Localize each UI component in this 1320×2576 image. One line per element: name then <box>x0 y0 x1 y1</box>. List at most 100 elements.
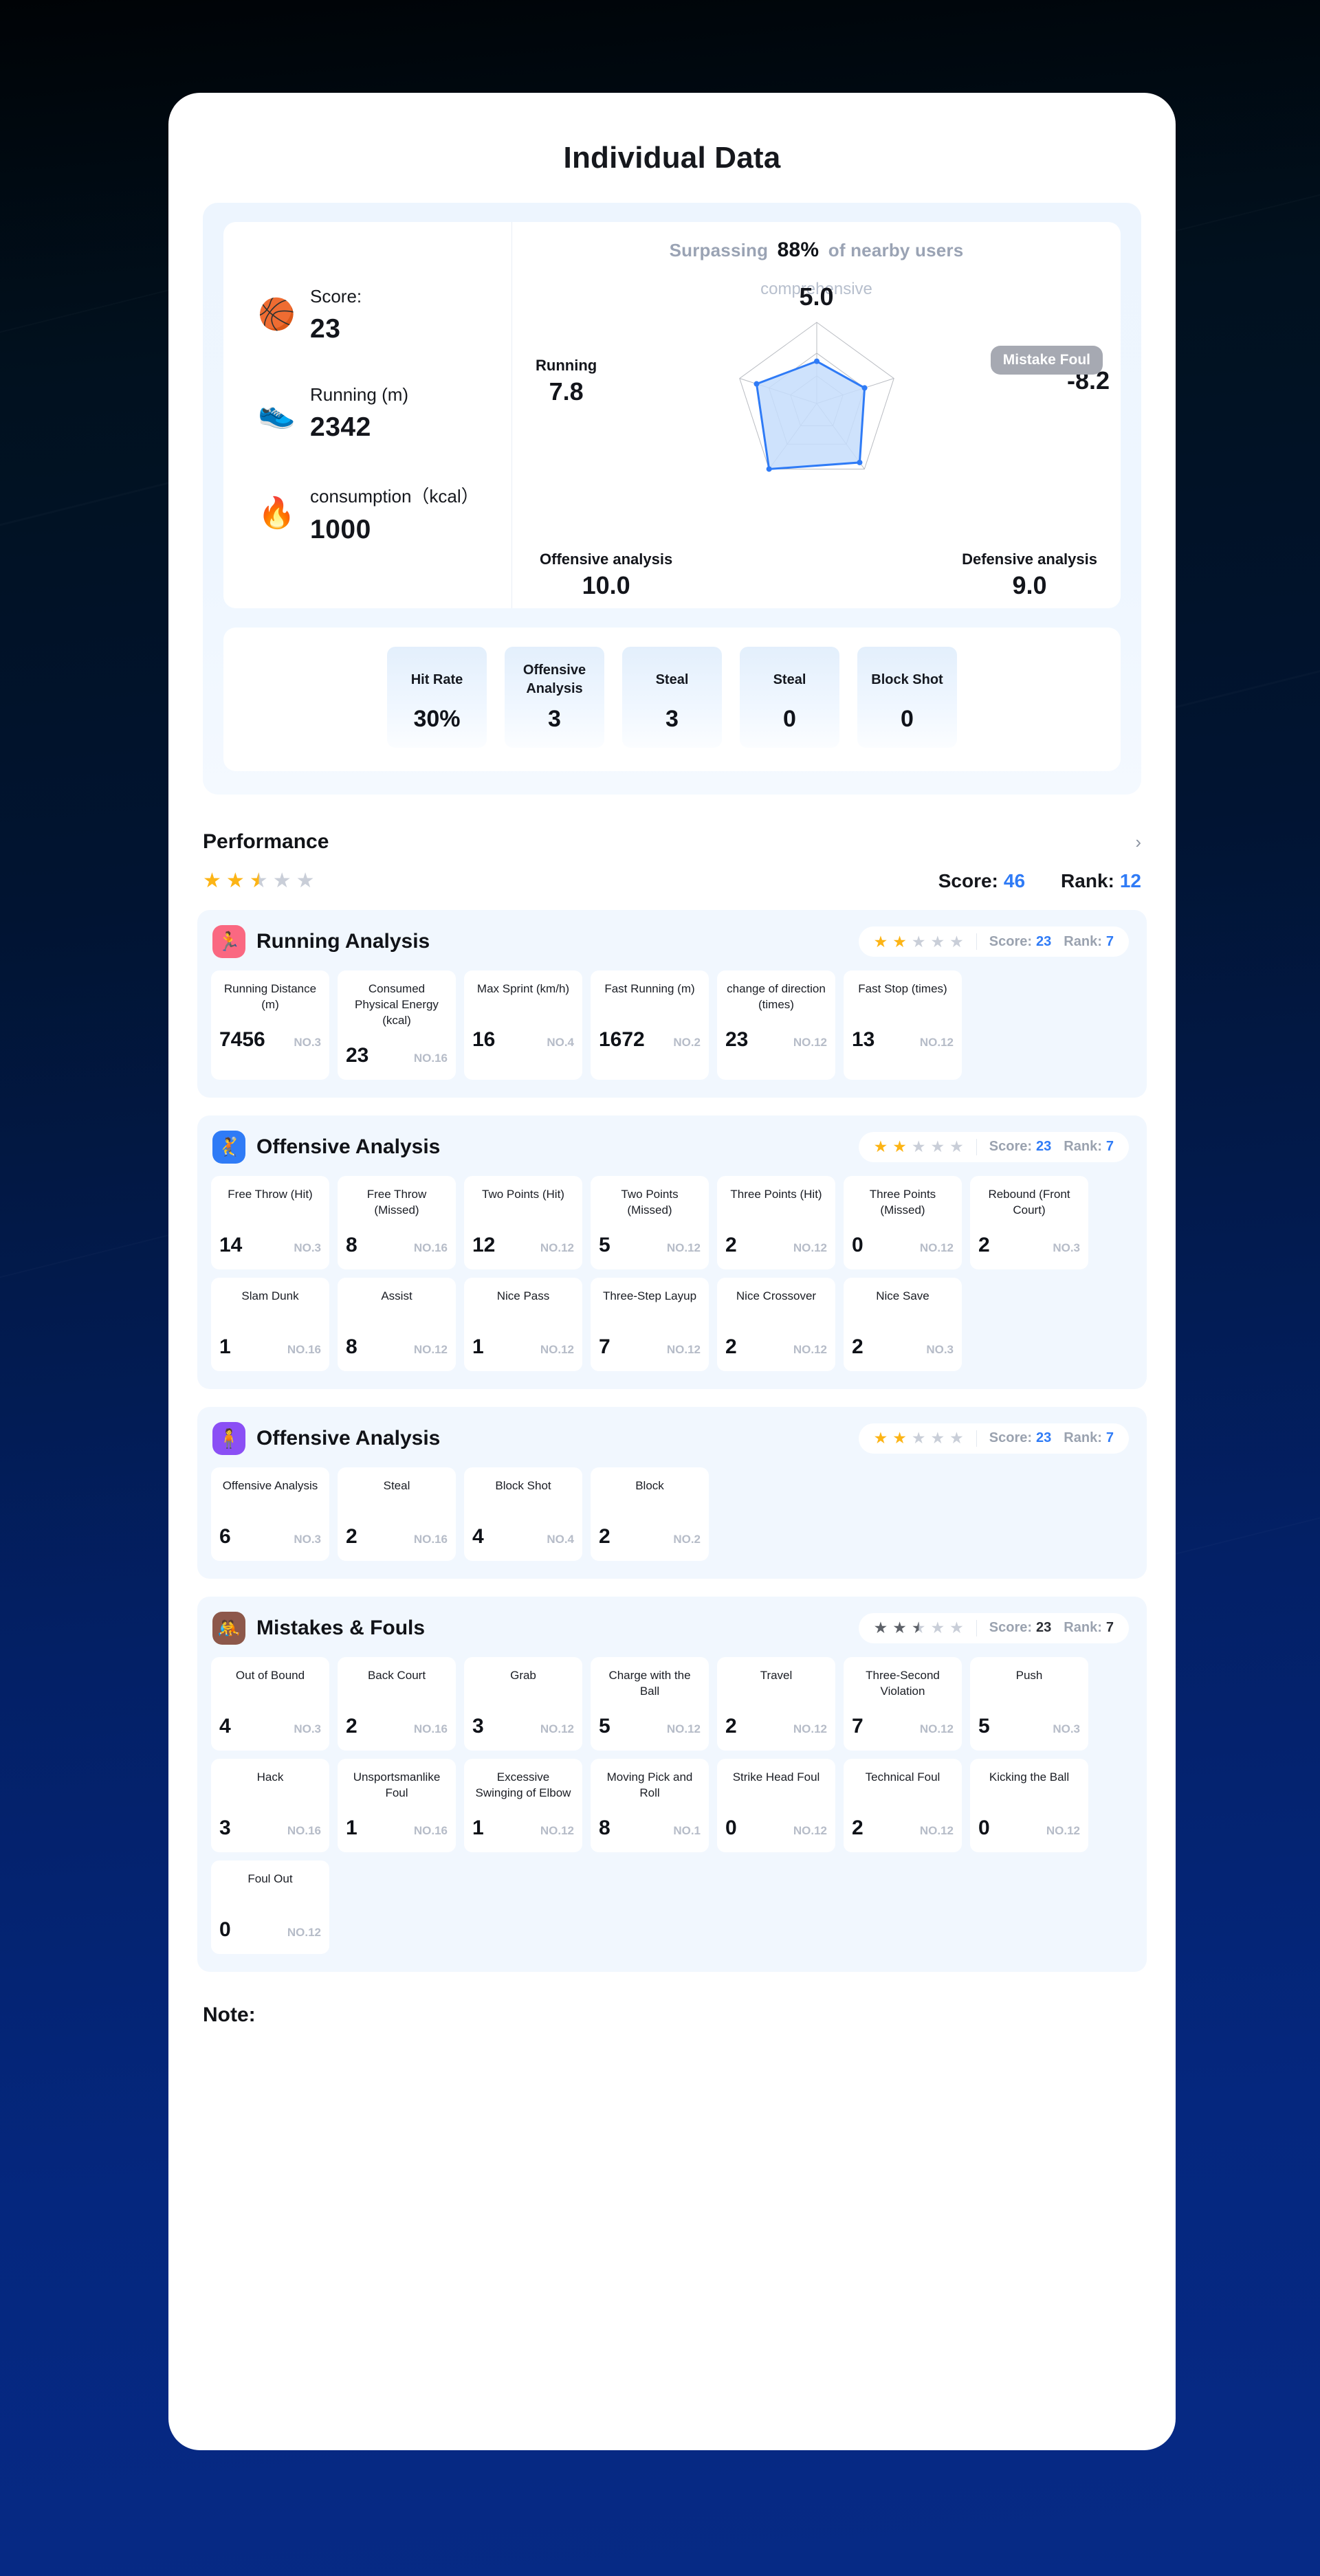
metric-label: Out of Bound <box>235 1668 305 1682</box>
metric-label: Strike Head Foul <box>732 1770 820 1784</box>
section-rank: Rank: 7 <box>1064 1139 1114 1155</box>
metric-label: Assist <box>381 1289 412 1302</box>
metric-value: 7456 <box>219 1028 265 1051</box>
section-title-group: 🏃 Running Analysis <box>212 925 430 958</box>
star-icon: ★ <box>249 869 268 892</box>
section-score: Score: 23 <box>989 1620 1052 1636</box>
radar-value: 5.0 <box>799 282 834 311</box>
running-person-icon: 🏃 <box>212 925 245 958</box>
metric-label: Foul Out <box>248 1872 293 1885</box>
score-value: 23 <box>1036 1620 1052 1636</box>
metric-rank: NO.3 <box>294 1532 321 1546</box>
divider <box>976 1619 977 1636</box>
analysis-section: 🧍 Offensive Analysis ★ ★ ★ ★ ★ Score: 23 Rank: 7 Of… <box>197 1406 1147 1579</box>
metric-label: Block Shot <box>495 1478 551 1492</box>
stat-value: 1000 <box>310 514 371 544</box>
metric-label: Three Points (Hit) <box>730 1187 822 1201</box>
metric-label: Nice Crossover <box>736 1289 817 1302</box>
metric-value: 2 <box>852 1335 864 1358</box>
metric-rank: NO.12 <box>666 1241 701 1254</box>
section-rating-pill: ★ ★ ★ ★ ★ Score: 23 Rank: 7 <box>858 926 1129 957</box>
stat-label: Running (m) <box>310 384 409 405</box>
kpi-value: 30% <box>413 706 461 732</box>
mistake-foul-tooltip: Mistake Foul <box>990 346 1103 375</box>
running-shoe-icon: 👟 <box>258 396 296 430</box>
metric-label: Consumed Physical Energy (kcal) <box>355 982 439 1027</box>
star-icon: ★ <box>873 1619 888 1637</box>
metric-rank: NO.12 <box>666 1342 701 1356</box>
metric-value: 1 <box>219 1335 231 1358</box>
kpi-tile: Steal 3 <box>622 647 722 748</box>
score-label: Score: <box>989 1430 1033 1446</box>
metric-value: 7 <box>599 1335 610 1358</box>
performance-summary: ★ ★ ★ ★ ★ Score: 46 Rank: 12 <box>203 870 1141 892</box>
section-rating-pill: ★ ★ ★ ★ ★ Score: 23 Rank: 7 <box>858 1612 1129 1643</box>
radar-axis: Offensive analysis <box>540 551 673 568</box>
section-header: 🧍 Offensive Analysis ★ ★ ★ ★ ★ Score: 23 Rank: 7 <box>211 1421 1133 1455</box>
star-icon: ★ <box>272 869 292 892</box>
metric-cell: Charge with the Ball 5 NO.12 <box>591 1656 709 1751</box>
star-icon: ★ <box>911 932 926 951</box>
score-label: Score: <box>989 1620 1033 1636</box>
metric-rank: NO.12 <box>540 1722 574 1735</box>
star-icon: ★ <box>949 932 964 951</box>
kpi-value: 0 <box>901 706 914 732</box>
divider <box>976 1430 977 1447</box>
summary-panel: 🏀 Score: 23 👟 Running (m) 2342 🔥 consump… <box>203 203 1141 795</box>
metric-cell: Three Points (Missed) 0 NO.12 <box>844 1175 962 1269</box>
metric-rank: NO.3 <box>1053 1722 1080 1735</box>
star-icon: ★ <box>949 1429 964 1447</box>
chevron-right-icon[interactable]: › <box>1135 832 1141 853</box>
score-value: 46 <box>1003 870 1026 891</box>
star-icon: ★ <box>892 932 907 951</box>
score-value: 23 <box>1036 1430 1052 1446</box>
stat-label: Score: <box>310 285 362 307</box>
metric-value: 4 <box>219 1714 231 1737</box>
radar-label-running: Running 7.8 <box>536 357 597 406</box>
rank-value: 12 <box>1119 870 1141 891</box>
kpi-tile: Offensive Analysis 3 <box>505 647 604 748</box>
star-icon: ★ <box>892 1619 907 1637</box>
summary-card: 🏀 Score: 23 👟 Running (m) 2342 🔥 consump… <box>223 222 1121 608</box>
rank-value: 7 <box>1106 933 1114 949</box>
metric-rank: NO.16 <box>413 1823 448 1837</box>
metric-rank: NO.4 <box>547 1036 574 1049</box>
metric-rank: NO.12 <box>287 1925 321 1939</box>
metric-rank: NO.12 <box>919 1823 954 1837</box>
score-group: Score: 46 <box>938 870 1025 892</box>
metric-label: Rebound (Front Court) <box>988 1187 1070 1217</box>
metric-rank: NO.12 <box>540 1342 574 1356</box>
metric-cell: Excessive Swinging of Elbow 1 NO.12 <box>464 1758 582 1852</box>
defense-person-icon: 🧍 <box>212 1421 245 1455</box>
metric-value: 3 <box>219 1816 231 1839</box>
metric-value: 16 <box>472 1028 496 1051</box>
metric-grid: Free Throw (Hit) 14 NO.3 Free Throw (Missed… <box>211 1175 1133 1371</box>
metric-value: 5 <box>978 1714 990 1737</box>
app-card: Individual Data 🏀 Score: 23 👟 Running (m… <box>168 93 1176 2450</box>
metric-cell: Back Court 2 NO.16 <box>338 1656 456 1751</box>
metric-cell: change of direction (times) 23 NO.12 <box>717 970 835 1080</box>
metric-rank: NO.1 <box>673 1823 701 1837</box>
kpi-label: Hit Rate <box>410 671 463 687</box>
metric-rank: NO.16 <box>413 1241 448 1254</box>
metric-cell: Kicking the Ball 0 NO.12 <box>970 1758 1088 1852</box>
metric-rank: NO.16 <box>413 1051 448 1065</box>
score-value: 23 <box>1036 1139 1052 1155</box>
metric-cell: Grab 3 NO.12 <box>464 1656 582 1751</box>
radar-panel: Surpassing 88% of nearby users comprehen… <box>512 222 1121 608</box>
score-label: Score: <box>938 870 998 891</box>
metric-cell: Max Sprint (km/h) 16 NO.4 <box>464 970 582 1080</box>
star-icon: ★ <box>930 1619 945 1637</box>
metric-value: 3 <box>472 1714 484 1737</box>
kpi-tile: Steal 0 <box>740 647 839 748</box>
metric-value: 1672 <box>599 1028 645 1051</box>
metric-rank: NO.12 <box>919 1036 954 1049</box>
star-icon: ★ <box>911 1137 926 1156</box>
radar-label-comprehensive: 5.0 <box>799 280 833 311</box>
metric-label: Three-Second Violation <box>866 1668 940 1698</box>
metric-label: Three Points (Missed) <box>869 1187 936 1217</box>
metric-value: 23 <box>346 1043 369 1067</box>
metric-value: 8 <box>599 1816 610 1839</box>
metric-rank: NO.12 <box>793 1036 827 1049</box>
section-title-group: 🤾 Offensive Analysis <box>212 1130 440 1164</box>
